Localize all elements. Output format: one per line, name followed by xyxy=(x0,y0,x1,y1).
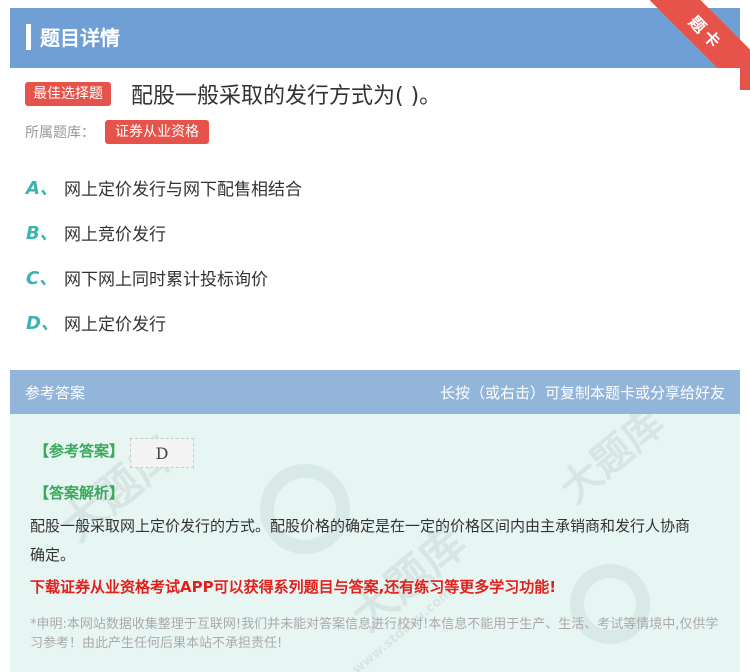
reference-answer-value: D xyxy=(130,438,194,468)
header-bar: 题目详情 xyxy=(10,8,740,68)
option-b[interactable]: B、 网上竞价发行 xyxy=(26,218,166,246)
question-text: 配股一般采取的发行方式为( )。 xyxy=(131,84,442,109)
option-text: 网上定价发行与网下配售相结合 xyxy=(64,179,302,200)
question-bank-tag[interactable]: 证券从业资格 xyxy=(105,120,209,144)
header-accent-bar xyxy=(26,24,31,50)
option-text: 网下网上同时累计投标询价 xyxy=(64,269,268,290)
answer-header: 参考答案 长按（或右击）可复制本题卡或分享给好友 xyxy=(10,370,740,414)
question-card-page: 题目详情 题卡 最佳选择题 配股一般采取的发行方式为( )。 所属题库： 证券从… xyxy=(0,0,750,672)
option-text: 网上定价发行 xyxy=(64,314,166,335)
option-c[interactable]: C、 网下网上同时累计投标询价 xyxy=(26,263,268,291)
analysis-label: 【答案解析】 xyxy=(34,484,125,502)
analysis-text: 配股一般采取网上定价发行的方式。配股价格的确定是在一定的价格区间内由主承销商和发… xyxy=(30,517,691,564)
option-text: 网上竞价发行 xyxy=(64,224,166,245)
option-d[interactable]: D、 网上定价发行 xyxy=(26,308,166,336)
answer-share-hint: 长按（或右击）可复制本题卡或分享给好友 xyxy=(439,384,725,402)
watermark-text: 大题库 xyxy=(551,414,674,513)
answer-body: 大题库 大题库 大题库 www.stdaku.com 【参考答案】 D 【答案解… xyxy=(10,414,740,672)
option-a[interactable]: A、 网上定价发行与网下配售相结合 xyxy=(26,173,302,201)
option-letter: A、 xyxy=(26,178,58,199)
option-letter: B、 xyxy=(26,223,58,244)
option-letter: C、 xyxy=(26,268,58,289)
question-card: 最佳选择题 配股一般采取的发行方式为( )。 所属题库： 证券从业资格 A、 网… xyxy=(10,68,740,348)
question-bank-label: 所属题库： xyxy=(25,125,95,141)
question-type-tag: 最佳选择题 xyxy=(25,82,111,106)
reference-answer-label: 【参考答案】 xyxy=(34,442,125,460)
answer-header-title: 参考答案 xyxy=(25,384,86,402)
app-promo-link[interactable]: 下载证券从业资格考试APP可以获得系列题目与答案,还有练习等更多学习功能! xyxy=(30,576,556,597)
option-letter: D、 xyxy=(26,313,59,334)
disclaimer-text: *申明:本网站数据收集整理于互联网!我们并未能对答案信息进行校对!本信息不能用于… xyxy=(30,617,719,651)
header-title: 题目详情 xyxy=(40,26,120,50)
